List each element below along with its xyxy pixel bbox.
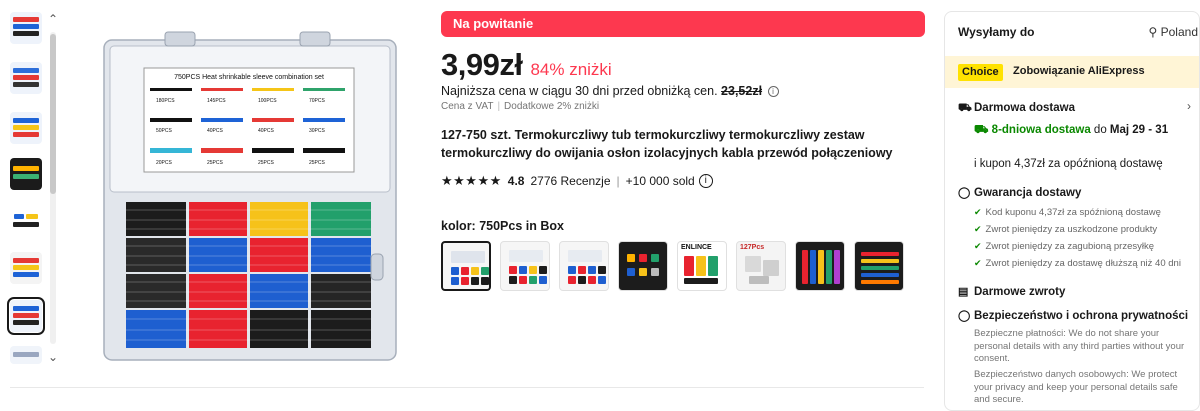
image-count-3: 100PCS [258, 98, 277, 104]
fast-delivery-icon: ⛟ [974, 124, 989, 136]
return-box-icon: ▤ [958, 286, 969, 298]
delivery-date: Maj 29 - 31 [1109, 124, 1169, 136]
image-count-10: 25PCS [207, 160, 224, 166]
guarantee-item: ✔ Zwrot pieniędzy za dostawę dłuższą niż … [974, 258, 1181, 269]
product-title: 127-750 szt. Termokurczliwy tub termokur… [441, 128, 893, 160]
variant-option-1[interactable] [441, 241, 491, 291]
guarantee-item: ✔ Zwrot pieniędzy za zagubioną przesyłkę [974, 241, 1154, 252]
check-icon: ✔ [974, 224, 982, 234]
lock-shield-icon: ◯ [958, 310, 971, 322]
chevron-right-icon[interactable]: › [1187, 99, 1191, 113]
image-count-1: 180PCS [156, 98, 175, 104]
variant-option-6[interactable]: 127Pcs [736, 241, 786, 291]
guarantee-title: ◯ Gwarancja dostawy [958, 186, 1081, 199]
image-count-11: 25PCS [258, 160, 275, 166]
image-count-8: 30PCS [309, 128, 326, 134]
rating-stars-icon: ★★★★★ [441, 173, 502, 188]
variant-option-2[interactable] [500, 241, 550, 291]
free-shipping-label: Darmowa dostawa [974, 102, 1075, 114]
check-icon: ✔ [974, 207, 982, 217]
delivery-days: 8-dniowa dostawa [991, 124, 1091, 136]
variant-option-5[interactable]: ENLINCE [677, 241, 727, 291]
variant-6-count: 127Pcs [740, 244, 765, 251]
thumbnail-strip: ⌃ ⌄ [7, 8, 60, 364]
lowest-price-note: Najniższa cena w ciągu 30 dni przed obni… [441, 84, 779, 98]
help-icon[interactable]: i [698, 174, 713, 188]
image-label-title: 750PCS Heat shrinkable sleeve combinatio… [174, 74, 324, 81]
guarantee-item: ✔ Kod kuponu 4,37zł za spóźnioną dostawę [974, 207, 1161, 218]
image-count-2: 145PCS [207, 98, 226, 104]
variant-option-7[interactable] [795, 241, 845, 291]
extra-discount-text: Dodatkowe 2% zniżki [504, 101, 600, 112]
delivery-by: do [1093, 124, 1107, 136]
vat-row: Cena z VAT | Dodatkowe 2% zniżki [441, 101, 600, 112]
choice-text: Zobowiązanie AliExpress [1013, 65, 1145, 77]
thumbnail-4[interactable] [10, 158, 42, 190]
choice-badge: Choice [958, 64, 1003, 81]
rating-row: ★★★★★ 4.8 2776 Recenzje | +10 000 sold i [441, 173, 713, 189]
ship-to-row[interactable]: Wysyłamy do ⚲ Poland [958, 25, 1198, 39]
variant-5-brand: ENLINCE [681, 244, 712, 251]
privacy-title: ◯ Bezpieczeństwo i ochrona prywatności [958, 309, 1188, 322]
price-row: 3,99zł 84% zniżki [441, 47, 612, 83]
variant-option-8[interactable] [854, 241, 904, 291]
section-divider [10, 387, 924, 388]
ship-to-country[interactable]: ⚲ Poland [1148, 25, 1198, 39]
image-count-12: 25PCS [309, 160, 326, 166]
coupon-note: i kupon 4,37zł za opóźnioną dostawę [974, 158, 1163, 170]
image-count-7: 40PCS [258, 128, 275, 134]
image-count-9: 20PCS [156, 160, 173, 166]
shield-icon: ◯ [958, 187, 971, 199]
variant-selector: ENLINCE 127Pcs [441, 241, 913, 291]
thumbnail-1[interactable] [10, 12, 42, 44]
scroll-thumb[interactable] [50, 34, 56, 194]
lowest-price-text: Najniższa cena w ciągu 30 dni przed obni… [441, 84, 718, 98]
main-product-image[interactable]: 750PCS Heat shrinkable sleeve combinatio… [100, 22, 400, 362]
variant-option-4[interactable] [618, 241, 668, 291]
thumbnail-2[interactable] [10, 62, 42, 94]
product-page: ⌃ ⌄ 750PCS Heat shrinkable sleeve combin… [0, 0, 1200, 411]
thumbnail-5[interactable] [10, 206, 42, 238]
vat-text: Cena z VAT [441, 101, 494, 112]
thumbnail-scrollbar[interactable]: ⌃ ⌄ [46, 12, 60, 364]
image-count-5: 50PCS [156, 128, 173, 134]
location-pin-icon: ⚲ [1148, 25, 1158, 39]
ship-to-label: Wysyłamy do [958, 25, 1035, 39]
color-label: kolor: 750Pcs in Box [441, 219, 564, 233]
check-icon: ✔ [974, 258, 982, 268]
secure-payments-text: Bezpieczne płatności: We do not share yo… [974, 328, 1185, 364]
thumbnail-8[interactable] [10, 346, 42, 364]
country-name: Poland [1160, 25, 1198, 39]
data-protection-text: Bezpieczeństwo danych osobowych: We prot… [974, 369, 1178, 405]
current-price: 3,99zł [441, 47, 523, 82]
discount-label: 84% zniżki [530, 60, 612, 79]
info-icon[interactable]: i [767, 86, 779, 97]
promo-banner: Na powitanie [441, 11, 925, 37]
thumbnail-6[interactable] [10, 252, 42, 284]
reviews-link[interactable]: 2776 Recenzje [530, 174, 610, 188]
thumbnail-7-selected[interactable] [7, 297, 45, 335]
guarantee-label: Gwarancja dostawy [974, 187, 1082, 199]
free-returns-label: Darmowe zwroty [974, 286, 1066, 298]
sold-count: +10 000 sold [625, 174, 695, 188]
shipping-panel: Wysyłamy do ⚲ Poland Choice Zobowiązanie… [944, 11, 1200, 411]
check-icon: ✔ [974, 241, 982, 251]
rating-score: 4.8 [507, 174, 525, 188]
image-count-4: 70PCS [309, 98, 326, 104]
free-returns-title[interactable]: ▤ Darmowe zwroty [958, 285, 1065, 298]
image-count-6: 40PCS [207, 128, 224, 134]
privacy-label: Bezpieczeństwo i ochrona prywatności [974, 310, 1189, 322]
chevron-down-icon[interactable]: ⌄ [46, 350, 60, 364]
truck-icon: ⛟ [958, 102, 972, 114]
delivery-estimate: ⛟ 8-dniowa dostawa do Maj 29 - 31 [974, 122, 1194, 138]
chevron-up-icon[interactable]: ⌃ [46, 12, 60, 26]
guarantee-item: ✔ Zwrot pieniędzy za uszkodzone produkty [974, 224, 1158, 235]
old-price: 23,52zł [721, 84, 763, 98]
choice-banner: Choice Zobowiązanie AliExpress [945, 56, 1199, 88]
variant-option-3[interactable] [559, 241, 609, 291]
thumbnail-3[interactable] [10, 112, 42, 144]
free-shipping-title[interactable]: ⛟ Darmowa dostawa [958, 102, 1075, 116]
